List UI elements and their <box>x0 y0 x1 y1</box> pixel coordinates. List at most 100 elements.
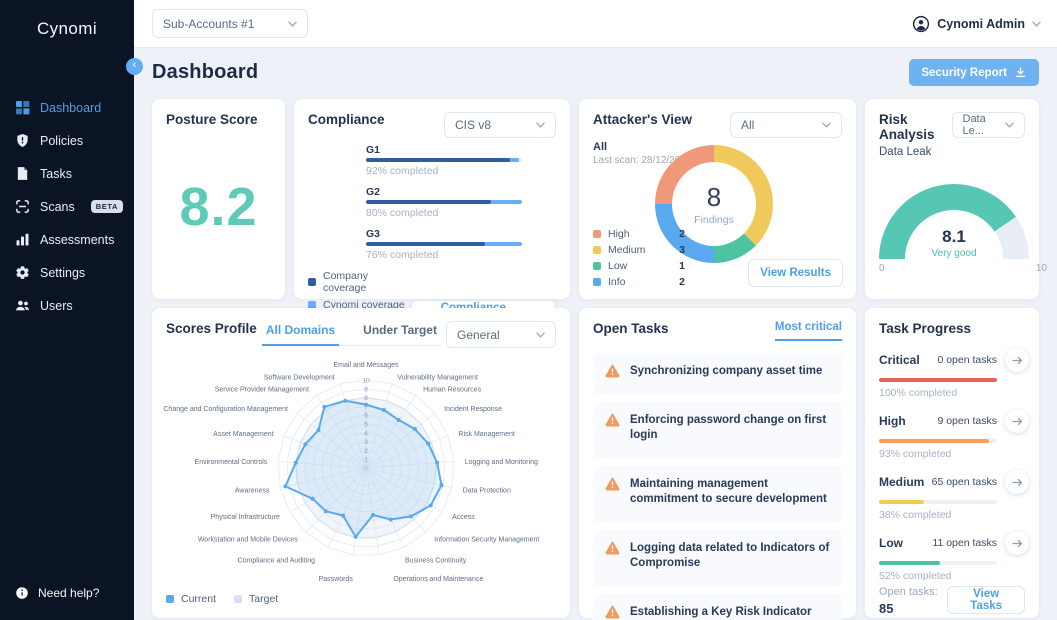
chevron-down-icon <box>536 122 545 128</box>
compliance-group-label: G2 <box>366 186 522 198</box>
attackers-filter-select[interactable]: All <box>730 112 842 138</box>
task-title: Synchronizing company asset time <box>630 363 822 380</box>
findings-caption: Findings <box>694 214 734 226</box>
attackers-view-card: Attacker's View All All Last scan: 28/12… <box>579 99 856 299</box>
radar-axis-label: Operations and Maintenance <box>393 576 483 583</box>
risk-type-select[interactable]: Data Le... <box>952 112 1026 138</box>
radar-axis-label: Change and Configuration Management <box>163 406 288 413</box>
progress-fill <box>879 561 940 565</box>
view-tasks-button[interactable]: View Tasks <box>947 586 1025 614</box>
view-results-button[interactable]: View Results <box>748 259 843 287</box>
warning-icon <box>605 540 620 555</box>
legend-count: 3 <box>679 244 685 256</box>
sidebar-item-tasks[interactable]: Tasks <box>0 157 134 190</box>
warning-icon <box>605 476 620 491</box>
severity-arrow-button[interactable] <box>1005 348 1029 372</box>
radar-axis-label: Asset Management <box>213 431 273 438</box>
progress-caption: 52% completed <box>879 570 997 582</box>
radar-axis-label: Logging and Monitoring <box>465 459 538 466</box>
sidebar-item-scans[interactable]: ScansBETA <box>0 190 134 223</box>
attackers-filter-value: All <box>741 118 754 132</box>
dashboard-icon <box>14 100 30 115</box>
progress-caption: 93% completed <box>879 448 997 460</box>
radar-axis-label: Awareness <box>235 487 270 494</box>
task-item[interactable]: Establishing a Key Risk Indicator plan <box>593 594 842 620</box>
radar-axis-label: Software Development <box>264 374 335 381</box>
legend-item: Info2 <box>593 276 685 288</box>
user-name: Cynomi Admin <box>937 17 1025 31</box>
sidebar-item-label: Scans <box>40 200 75 214</box>
company-coverage-bar <box>366 242 485 246</box>
svg-text:9: 9 <box>364 386 368 393</box>
sidebar-collapse-button[interactable]: ‹ <box>126 58 143 75</box>
task-progress-card: Task Progress Critical0 open tasks100% c… <box>865 308 1039 618</box>
task-progress-row: High9 open tasks 93% completed <box>879 409 1025 460</box>
posture-score-value: 8.2 <box>179 176 257 238</box>
severity-arrow-button[interactable] <box>1005 531 1029 555</box>
open-tasks-card: Open Tasks Most critical Synchronizing c… <box>579 308 856 618</box>
scores-legend: CurrentTarget <box>166 593 556 605</box>
security-report-label: Security Report <box>921 67 1007 79</box>
progress-fill <box>879 439 989 443</box>
main-content: Dashboard Security Report Posture Score … <box>134 48 1057 620</box>
legend-count: 2 <box>679 228 685 240</box>
company-coverage-bar <box>366 200 491 204</box>
risk-score-value: 8.1 <box>879 227 1029 247</box>
company-coverage-bar <box>366 158 510 162</box>
sidebar-item-label: Assessments <box>40 233 114 247</box>
security-report-button[interactable]: Security Report <box>909 59 1039 86</box>
severity-arrow-button[interactable] <box>1005 470 1029 494</box>
legend-item: Company coverage <box>308 270 411 294</box>
compliance-bar <box>366 200 522 204</box>
need-help-button[interactable]: Need help? <box>0 586 134 600</box>
scores-tabs: All Domains Under Target <box>262 323 441 346</box>
risk-gauge-chart: 8.1 Very good <box>879 184 1029 259</box>
sidebar-item-settings[interactable]: Settings <box>0 256 134 289</box>
sidebar-item-users[interactable]: Users <box>0 289 134 322</box>
svg-text:1: 1 <box>364 457 368 464</box>
compliance-group: G376% completed <box>366 228 522 261</box>
task-item[interactable]: Maintaining management commitment to sec… <box>593 466 842 522</box>
svg-text:3: 3 <box>364 439 368 446</box>
open-tasks-count: 9 open tasks <box>937 415 997 427</box>
sidebar-item-assessments[interactable]: Assessments <box>0 223 134 256</box>
sidebar-item-dashboard[interactable]: Dashboard <box>0 91 134 124</box>
compliance-group: G192% completed <box>366 144 522 177</box>
progress-fill <box>879 500 924 504</box>
progress-caption: 38% completed <box>879 509 997 521</box>
radar-axis-label: Data Protection <box>463 487 511 494</box>
scores-category-select[interactable]: General <box>446 321 556 348</box>
sub-account-value: Sub-Accounts #1 <box>163 17 254 31</box>
compliance-framework-value: CIS v8 <box>455 118 491 132</box>
compliance-bar <box>366 242 522 246</box>
compliance-framework-select[interactable]: CIS v8 <box>444 112 556 138</box>
task-progress-title: Task Progress <box>879 321 1025 336</box>
task-item[interactable]: Enforcing password change on first login <box>593 402 842 458</box>
risk-type-value: Data Le... <box>963 113 1006 137</box>
progress-fill <box>879 378 997 382</box>
severity-arrow-button[interactable] <box>1005 409 1029 433</box>
open-tasks-total-label: Open tasks: <box>879 586 938 598</box>
compliance-bars: G192% completedG280% completedG376% comp… <box>366 144 522 270</box>
sidebar-nav: DashboardPolicies Tasks ScansBETA Assessmen… <box>0 91 134 322</box>
compliance-bar <box>366 158 522 162</box>
radar-axis-label: Email and Messages <box>334 362 399 369</box>
findings-count: 8 <box>707 182 721 213</box>
tab-under-target[interactable]: Under Target <box>359 323 441 346</box>
user-menu[interactable]: Cynomi Admin <box>912 15 1041 33</box>
tab-most-critical[interactable]: Most critical <box>775 321 842 341</box>
task-progress-row-header: High9 open tasks <box>879 409 1025 433</box>
progress-zone: 100% completed <box>879 378 997 399</box>
legend-count: 1 <box>679 260 685 272</box>
risk-analysis-title: Risk Analysis <box>879 112 952 142</box>
document-icon <box>14 166 30 181</box>
sub-account-select[interactable]: Sub-Accounts #1 <box>152 9 308 38</box>
sidebar-item-policies[interactable]: Policies <box>0 124 134 157</box>
task-item[interactable]: Synchronizing company asset time <box>593 353 842 394</box>
tab-all-domains[interactable]: All Domains <box>262 323 339 346</box>
task-item[interactable]: Logging data related to Indicators of Co… <box>593 530 842 586</box>
progress-zone: 38% completed <box>879 500 997 521</box>
svg-text:2: 2 <box>364 448 368 455</box>
chevron-down-icon <box>288 21 297 27</box>
sidebar-item-label: Tasks <box>40 167 72 181</box>
